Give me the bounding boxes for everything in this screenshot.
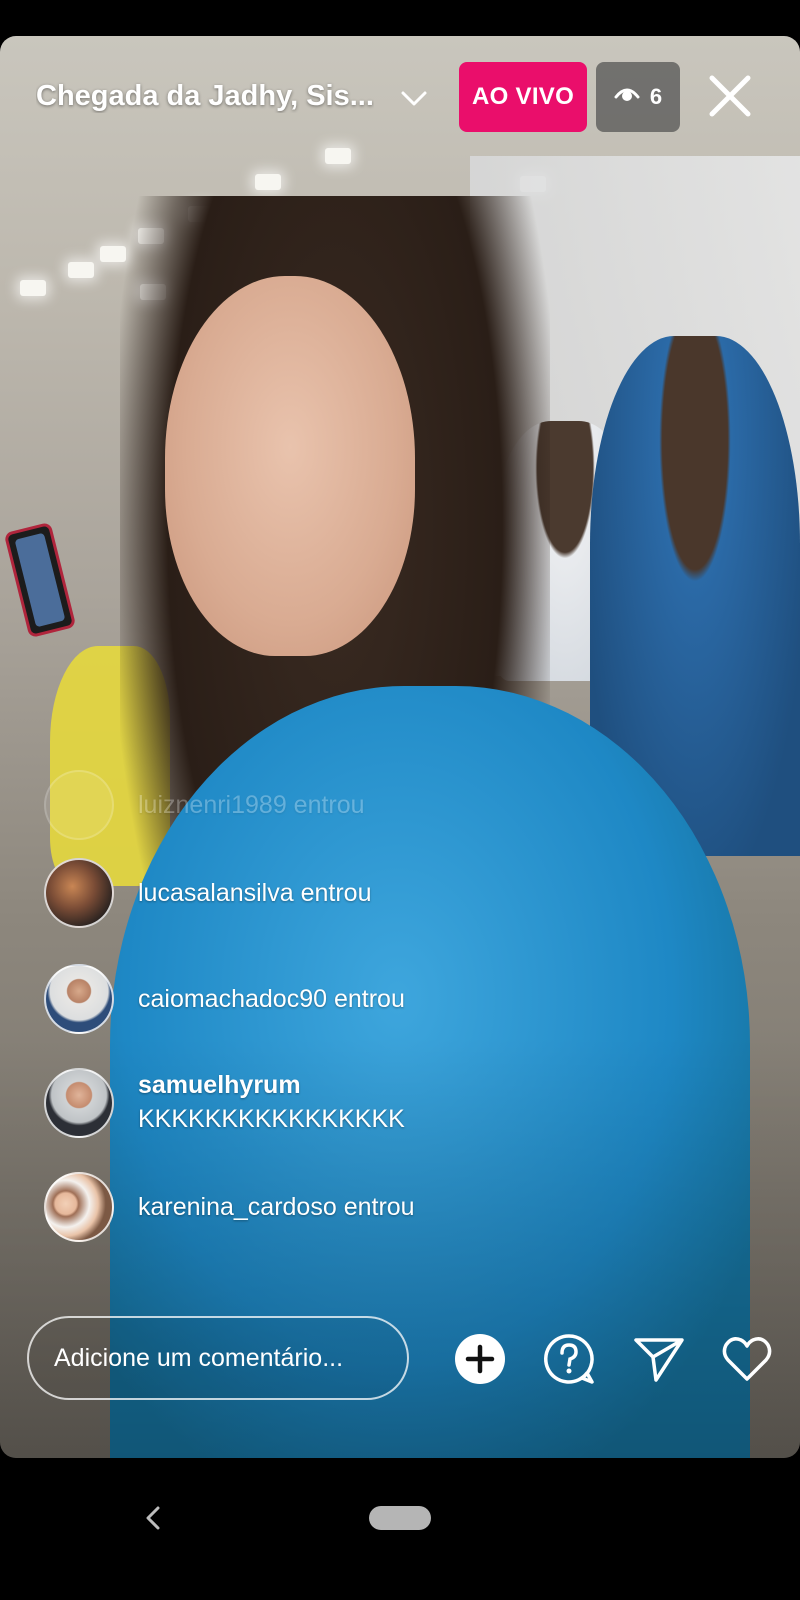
avatar[interactable] <box>44 1068 114 1138</box>
live-badge: AO VIVO <box>459 62 587 132</box>
live-top-bar: Chegada da Jadhy, Sis... AO VIVO 6 <box>0 60 800 132</box>
live-title[interactable]: Chegada da Jadhy, Sis... <box>36 80 374 113</box>
comment-input[interactable]: Adicione um comentário... <box>27 1316 409 1400</box>
home-pill-icon[interactable] <box>369 1506 431 1530</box>
status-bar <box>0 0 800 36</box>
send-icon <box>634 1338 684 1382</box>
comment-text: KKKKKKKKKKKKKKKK <box>138 1105 405 1133</box>
back-icon <box>146 1506 160 1530</box>
eye-icon <box>614 84 640 110</box>
comment-text: karenina_cardoso entrou <box>138 1193 415 1221</box>
add-icon <box>455 1334 505 1384</box>
comment-text: lucasalansilva entrou <box>138 879 372 907</box>
close-button[interactable] <box>706 72 754 120</box>
avatar[interactable] <box>44 964 114 1034</box>
back-button[interactable] <box>140 1498 164 1538</box>
share-button[interactable] <box>632 1332 686 1386</box>
viewer-count-badge[interactable]: 6 <box>596 62 680 132</box>
system-nav-bar <box>0 1458 800 1600</box>
comment-text: caiomachadoc90 entrou <box>138 985 405 1013</box>
comment-row: samuelhyrum KKKKKKKKKKKKKKKK <box>44 1068 405 1138</box>
streamer-face <box>165 276 415 656</box>
live-video-frame[interactable] <box>0 36 800 1458</box>
video-feed <box>0 36 800 1458</box>
comment-row: caiomachadoc90 entrou <box>44 964 405 1034</box>
comment-username[interactable]: samuelhyrum <box>138 1068 405 1102</box>
faded-comment: luiznenri1989 entrou <box>44 770 365 840</box>
question-icon <box>544 1334 594 1384</box>
chevron-down-icon[interactable] <box>400 84 428 112</box>
avatar[interactable] <box>44 1172 114 1242</box>
close-icon <box>709 75 751 117</box>
heart-icon <box>722 1337 772 1381</box>
like-button[interactable] <box>720 1332 774 1386</box>
add-button[interactable] <box>453 1332 507 1386</box>
viewer-count: 6 <box>649 84 663 109</box>
avatar[interactable] <box>44 858 114 928</box>
comment-row: lucasalansilva entrou <box>44 858 371 928</box>
comment-text: luiznenri1989 entrou <box>138 790 365 819</box>
question-button[interactable] <box>542 1332 596 1386</box>
comment-row: karenina_cardoso entrou <box>44 1172 415 1242</box>
phone-in-hand <box>3 521 77 639</box>
avatar <box>44 770 114 840</box>
